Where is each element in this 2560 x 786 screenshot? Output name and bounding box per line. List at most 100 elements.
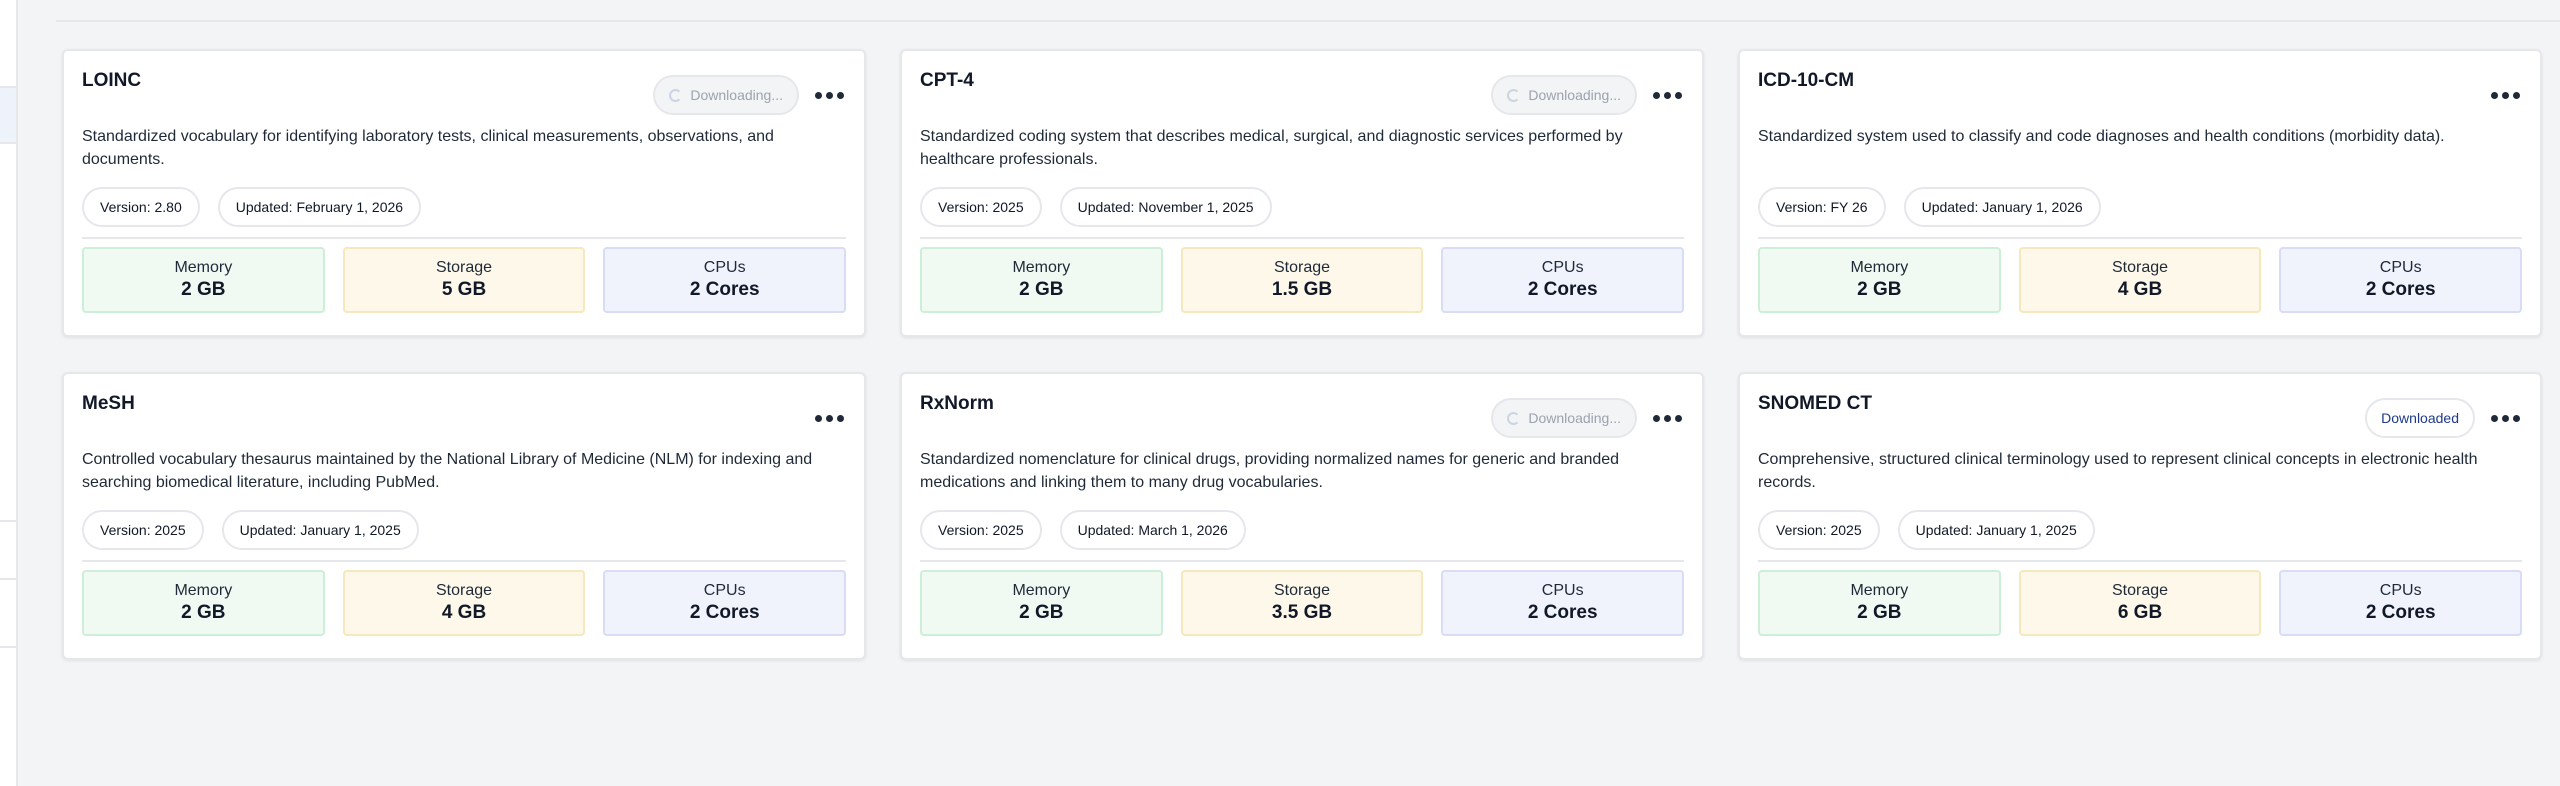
vocabulary-card-mesh: MeSH Controlled vocabulary thesaurus mai… [62,372,866,660]
stat-value: 2 Cores [2365,279,2436,300]
card-title: CPT-4 [920,70,974,91]
vocabulary-card-snomed-ct: SNOMED CT Downloaded Comprehensive, stru… [1738,372,2542,660]
stat-value: 2 Cores [689,279,760,300]
card-description: Standardized nomenclature for clinical d… [920,451,1620,491]
card-divider [1758,560,2522,562]
stat-value: 2 Cores [1527,602,1598,623]
memory-stat: Memory 2 GB [920,247,1163,313]
stat-label: Memory [1850,259,1909,276]
more-options-button[interactable] [1651,75,1684,115]
stat-value: 2 GB [181,279,226,300]
storage-stat: Storage 4 GB [2018,247,2262,313]
status-label: Downloaded [2381,410,2459,426]
stat-value: 2 GB [1857,279,1902,300]
downloading-status: Downloading... [653,75,799,115]
stat-value: 2 GB [181,602,226,623]
stat-value: 3.5 GB [1271,602,1333,623]
more-options-button[interactable] [2489,398,2522,438]
stat-label: Memory [174,582,233,599]
storage-stat: Storage 3.5 GB [1180,570,1424,636]
more-options-button[interactable] [813,75,846,115]
stat-value: 4 GB [2117,279,2163,300]
spinner-icon [1507,411,1521,425]
updated-badge: Updated: January 1, 2025 [1897,510,2095,550]
card-description: Standardized vocabulary for identifying … [82,128,774,168]
sidebar-divider [0,578,16,580]
version-badge: Version: 2025 [82,510,204,550]
cpus-stat: CPUs 2 Cores [1441,247,1685,313]
stat-value: 2 GB [1019,602,1064,623]
card-divider [82,237,846,239]
version-badge: Version: 2025 [1758,510,1880,550]
cpus-stat: CPUs 2 Cores [1441,570,1685,636]
card-title: MeSH [82,393,135,414]
stat-label: Memory [1850,582,1909,599]
storage-stat: Storage 4 GB [342,570,586,636]
downloaded-status-badge: Downloaded [2365,398,2475,438]
card-description: Standardized system used to classify and… [1758,128,2445,145]
sidebar-divider [0,86,16,88]
stat-label: CPUs [2379,582,2422,599]
header-divider [56,20,2560,22]
vocabulary-card-loinc: LOINC Downloading... Standardized vocabu… [62,49,866,337]
vocabulary-card-cpt-4: CPT-4 Downloading... Standardized coding… [900,49,1704,337]
card-description: Controlled vocabulary thesaurus maintain… [82,451,813,491]
more-options-icon [2491,414,2498,422]
stat-value: 2 GB [1019,279,1064,300]
card-title: RxNorm [920,393,994,414]
storage-stat: Storage 5 GB [342,247,586,313]
updated-badge: Updated: November 1, 2025 [1059,187,1272,227]
card-divider [920,560,1684,562]
stat-label: Storage [2111,259,2169,276]
stat-value: 6 GB [2117,602,2163,623]
more-options-icon [815,91,822,99]
spinner-icon [669,88,683,102]
more-options-button[interactable] [2489,75,2522,115]
vocabulary-card-grid: LOINC Downloading... Standardized vocabu… [62,49,2542,660]
spinner-icon [1507,88,1521,102]
stat-label: CPUs [1541,582,1584,599]
card-title: SNOMED CT [1758,393,1872,414]
stat-value: 2 GB [1857,602,1902,623]
version-badge: Version: 2.80 [82,187,200,227]
more-options-icon [1653,91,1660,99]
stat-label: CPUs [703,582,746,599]
updated-badge: Updated: January 1, 2025 [221,510,419,550]
storage-stat: Storage 6 GB [2018,570,2262,636]
card-description: Standardized coding system that describe… [920,128,1623,168]
stat-label: Storage [2111,582,2169,599]
status-label: Downloading... [690,87,783,103]
sidebar-active-indicator [0,86,16,142]
vocabulary-card-rxnorm: RxNorm Downloading... Standardized nomen… [900,372,1704,660]
version-badge: Version: 2025 [920,510,1042,550]
updated-badge: Updated: February 1, 2026 [217,187,422,227]
updated-badge: Updated: March 1, 2026 [1059,510,1246,550]
memory-stat: Memory 2 GB [920,570,1163,636]
cpus-stat: CPUs 2 Cores [603,247,847,313]
stat-value: 2 Cores [2365,602,2436,623]
cpus-stat: CPUs 2 Cores [2279,247,2523,313]
more-options-icon [815,414,822,422]
card-description: Comprehensive, structured clinical termi… [1758,451,2478,491]
more-options-button[interactable] [813,398,846,438]
stat-value: 1.5 GB [1271,279,1333,300]
stat-label: Storage [435,582,493,599]
stat-value: 2 Cores [1527,279,1598,300]
sidebar-divider [0,646,16,648]
memory-stat: Memory 2 GB [82,570,325,636]
stat-label: Memory [1012,582,1071,599]
stat-label: Storage [1273,582,1331,599]
cpus-stat: CPUs 2 Cores [603,570,847,636]
vocabulary-card-icd-10-cm: ICD-10-CM Standardized system used to cl… [1738,49,2542,337]
status-label: Downloading... [1528,87,1621,103]
left-sidebar [0,0,18,786]
more-options-icon [2491,91,2498,99]
stat-label: CPUs [703,259,746,276]
card-divider [82,560,846,562]
card-title: LOINC [82,70,142,91]
status-label: Downloading... [1528,410,1621,426]
more-options-button[interactable] [1651,398,1684,438]
stat-label: Memory [174,259,233,276]
version-badge: Version: FY 26 [1758,187,1886,227]
storage-stat: Storage 1.5 GB [1180,247,1424,313]
